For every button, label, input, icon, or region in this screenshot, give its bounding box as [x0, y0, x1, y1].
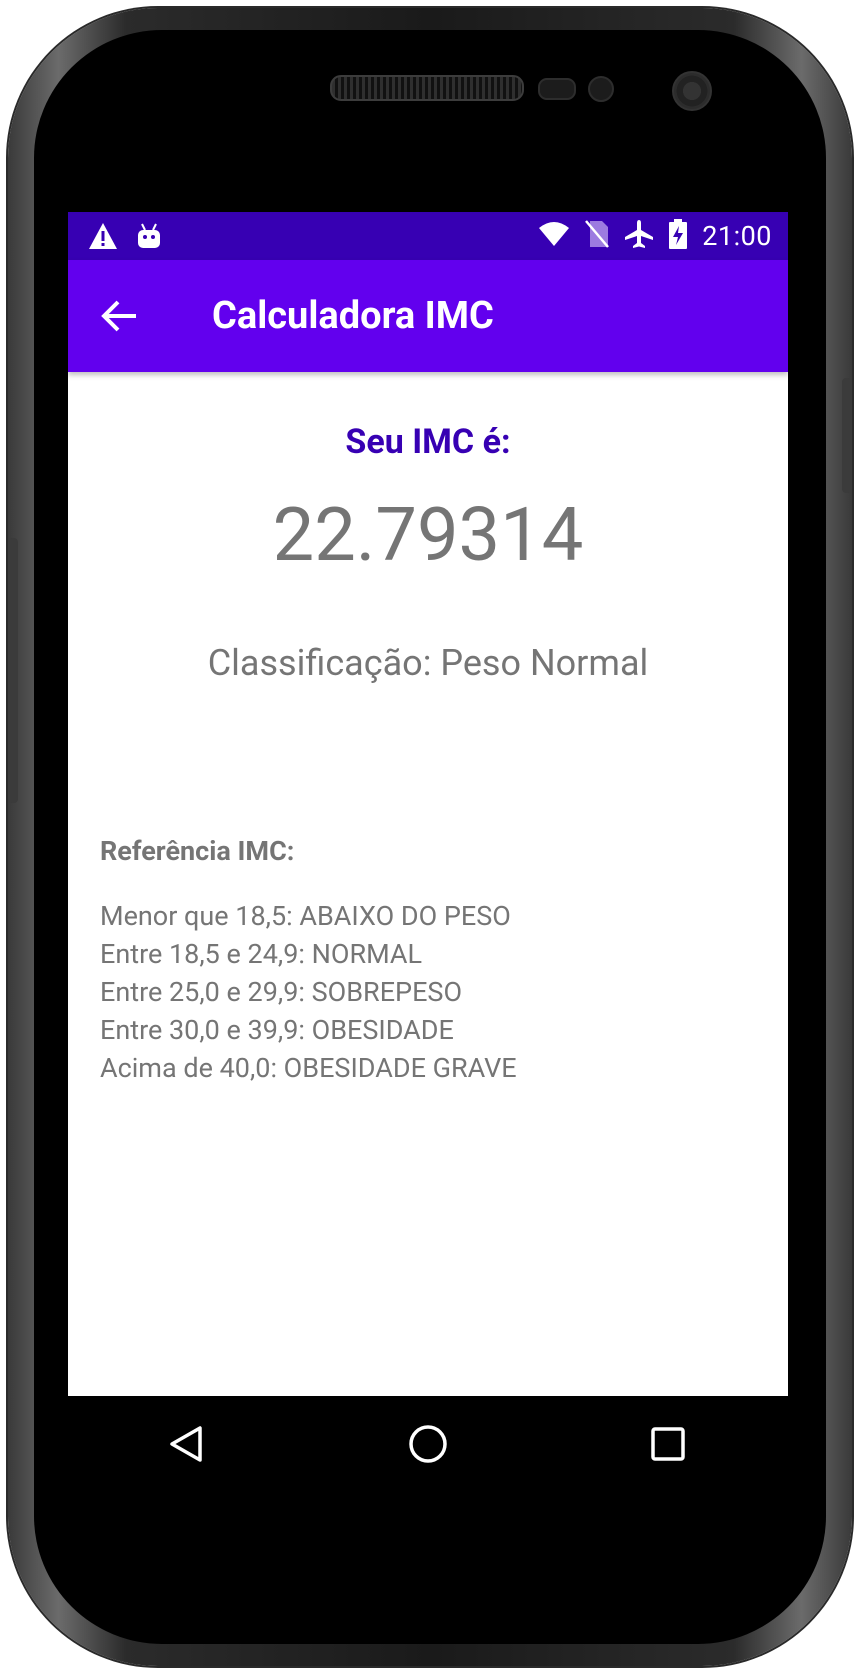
arrow-back-icon[interactable]: [98, 294, 142, 338]
reference-line: Entre 25,0 e 29,9: SOBREPESO: [100, 976, 463, 1008]
power-button: [842, 378, 852, 493]
wifi-icon: [538, 221, 570, 251]
proximity-sensor: [538, 78, 576, 100]
front-camera: [672, 71, 712, 111]
home-circle-icon[interactable]: [396, 1412, 460, 1476]
android-debug-icon: [136, 222, 162, 254]
reference-line: Entre 30,0 e 39,9: OBESIDADE: [100, 1014, 454, 1046]
light-sensor: [588, 76, 614, 102]
battery-charging-icon: [668, 219, 688, 253]
reference-line: Entre 18,5 e 24,9: NORMAL: [100, 938, 423, 970]
recents-square-icon[interactable]: [636, 1412, 700, 1476]
volume-button: [8, 538, 18, 803]
reference-line: Menor que 18,5: ABAIXO DO PESO: [100, 900, 511, 932]
imc-heading: Seu IMC é:: [345, 422, 511, 462]
reference-line: Acima de 40,0: OBESIDADE GRAVE: [100, 1052, 517, 1084]
app-bar: Calculadora IMC: [68, 260, 788, 372]
status-time: 21:00: [702, 220, 772, 252]
back-triangle-icon[interactable]: [156, 1412, 220, 1476]
device-screen: 21:00 Calculadora IMC Seu IMC é: 22.7931…: [68, 212, 788, 1492]
warning-icon: [88, 222, 118, 254]
airplane-icon: [624, 219, 654, 253]
status-bar: 21:00: [68, 212, 788, 260]
imc-reference: Referência IMC: Menor que 18,5: ABAIXO D…: [100, 832, 517, 1087]
reference-title: Referência IMC:: [100, 835, 295, 867]
app-title: Calculadora IMC: [212, 294, 494, 338]
no-sim-icon: [584, 219, 610, 253]
navigation-bar: [68, 1396, 788, 1492]
imc-value: 22.79314: [272, 492, 584, 579]
imc-classification: Classificação: Peso Normal: [207, 642, 649, 684]
earpiece-speaker: [330, 75, 524, 101]
